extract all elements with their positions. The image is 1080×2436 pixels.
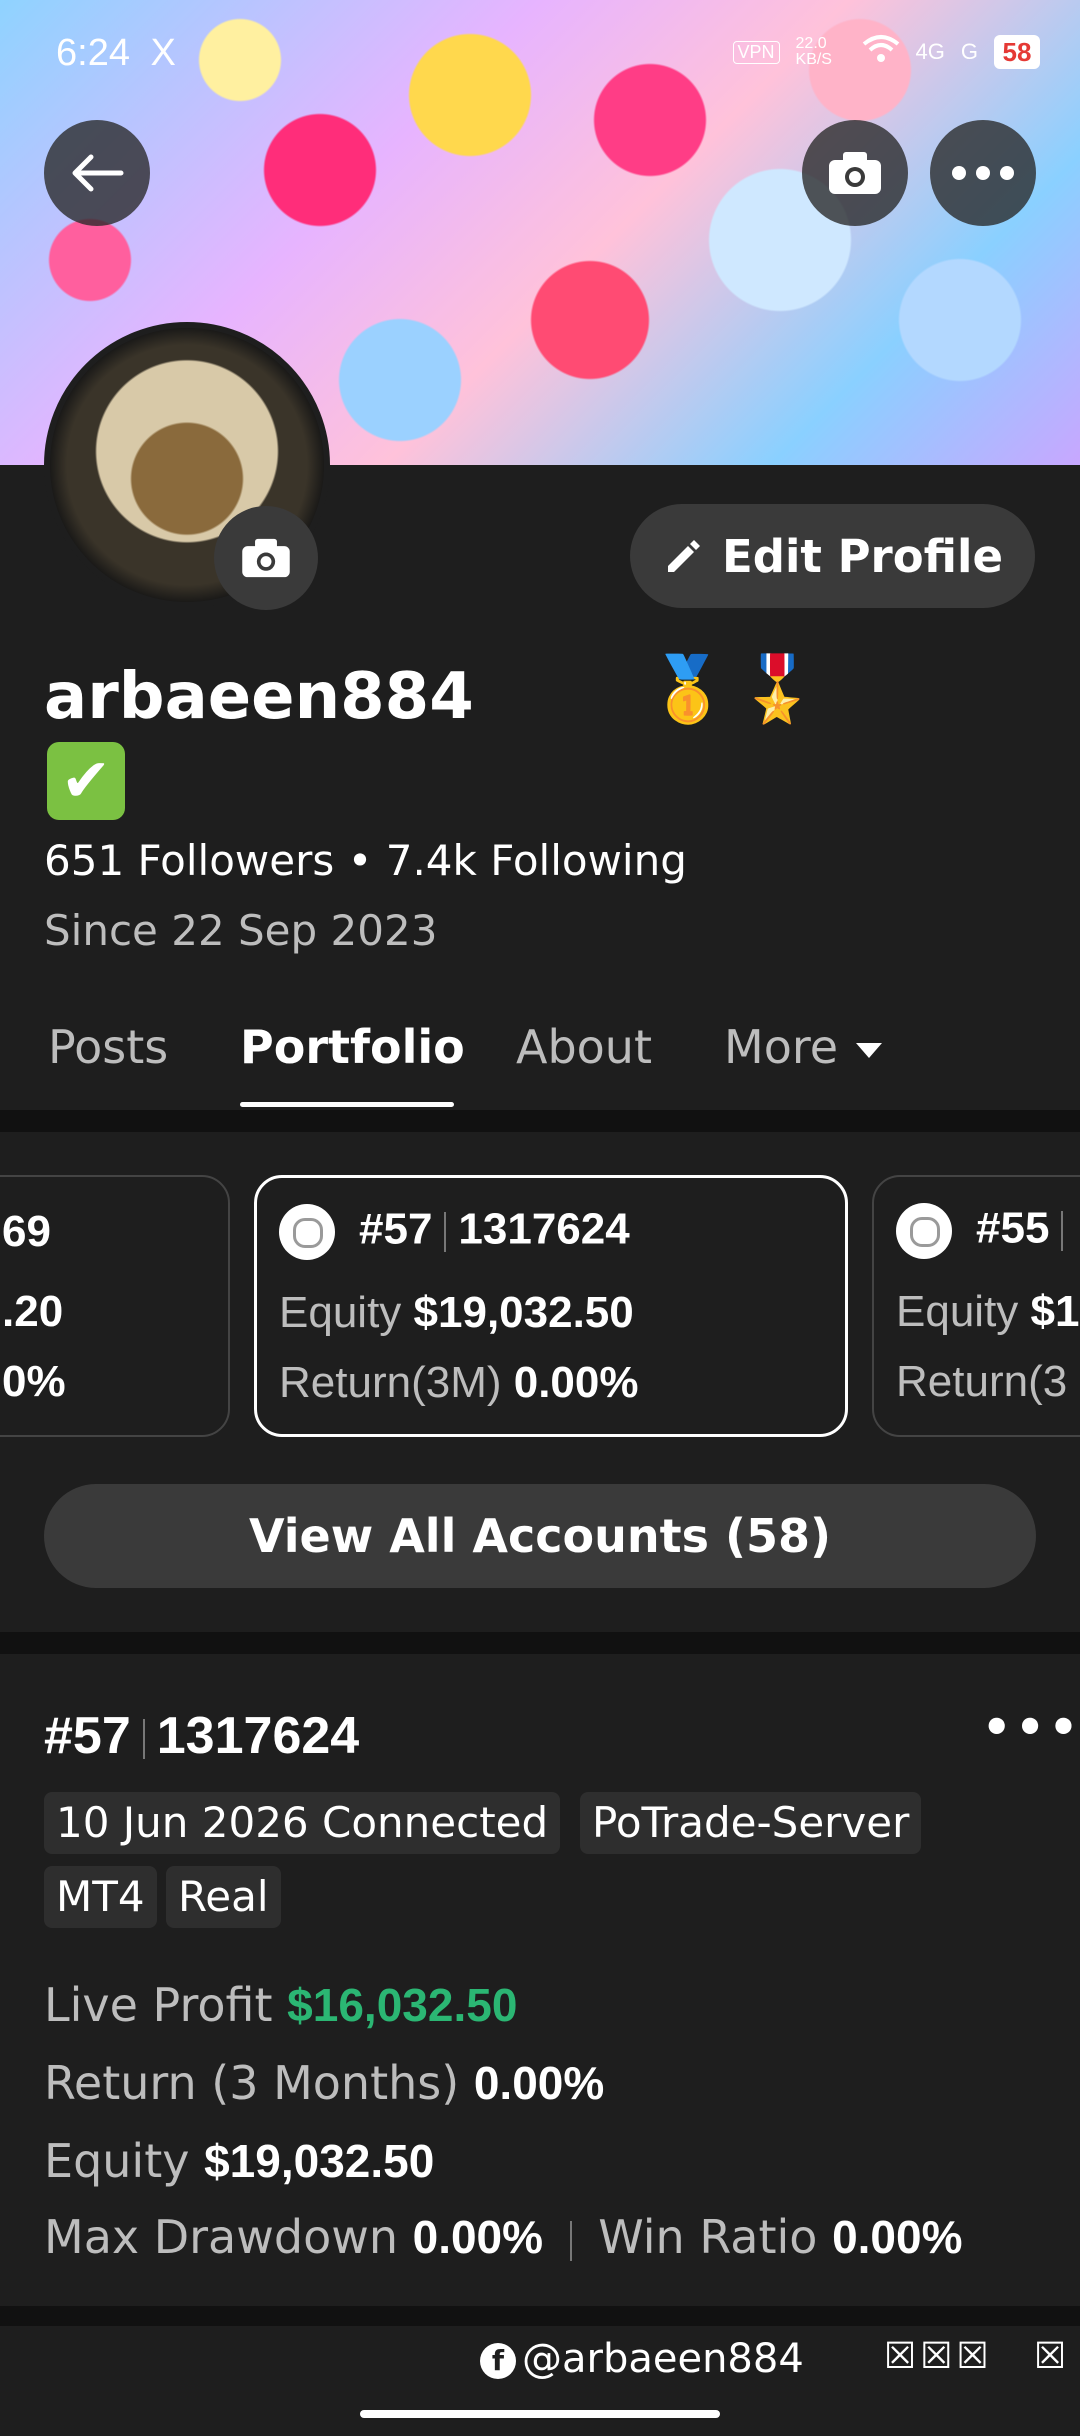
tab-portfolio[interactable]: Portfolio [240, 1020, 465, 1074]
divider [142, 1719, 145, 1760]
detail-title: #57 1317624 [44, 1706, 359, 1766]
x-app-icon: X [150, 32, 176, 74]
section-divider [0, 1110, 1080, 1132]
return-label-partial: Return(3 [896, 1357, 1068, 1406]
return-value: 0.00% [513, 1358, 639, 1407]
tag-platform: MT4 [44, 1866, 157, 1928]
return-row: Return (3 Months) 0.00% [44, 2056, 604, 2110]
divider [444, 1212, 447, 1252]
edit-profile-label: Edit Profile [722, 529, 1003, 583]
tab-about[interactable]: About [516, 1020, 652, 1074]
equity-value-partial: .20 [2, 1287, 64, 1336]
tab-more[interactable]: More [724, 1020, 883, 1074]
home-indicator[interactable] [360, 2410, 720, 2418]
account-rank: #57 [359, 1204, 433, 1254]
equity-row: Equity $19,032.50 [44, 2134, 434, 2188]
camera-icon [829, 152, 881, 194]
section-divider [0, 1632, 1080, 1654]
detail-equity-label: Equity [44, 2134, 190, 2188]
account-card-active[interactable]: #57 1317624 Equity $19,032.50 Return(3M) … [254, 1175, 848, 1437]
signal-icon-4g: 4G [915, 39, 945, 64]
tag-server: PoTrade-Server [580, 1792, 922, 1854]
equity-label: Equity [896, 1287, 1019, 1336]
account-id: 1317624 [458, 1204, 630, 1254]
network-speed: 22.0 KB/S [795, 35, 832, 68]
live-profit-row: Live Profit $16,032.50 [44, 1978, 517, 2032]
section-divider [0, 2306, 1080, 2328]
vpn-icon: VPN [732, 40, 780, 64]
equity-value-partial: $1 [1030, 1287, 1080, 1336]
more-icon [952, 166, 1014, 180]
tag-account-type: Real [166, 1866, 281, 1928]
username: arbaeen884 [44, 660, 474, 734]
detail-rank: #57 [44, 1707, 131, 1765]
detail-account-id: 1317624 [156, 1707, 360, 1765]
account-rank: #55 [976, 1203, 1050, 1253]
max-drawdown-label: Max Drawdown [44, 2210, 398, 2264]
detail-equity-value: $19,032.50 [204, 2135, 435, 2187]
pencil-icon [668, 540, 701, 572]
active-tab-indicator [240, 1102, 454, 1107]
drawdown-winratio-row: Max Drawdown 0.00% Win Ratio 0.00% [44, 2210, 963, 2264]
detail-more-button[interactable]: ••• [982, 1700, 1080, 1754]
back-arrow-icon [72, 154, 124, 192]
status-time: 6:24 [56, 32, 130, 74]
max-drawdown-value: 0.00% [412, 2211, 544, 2263]
tab-posts[interactable]: Posts [48, 1020, 168, 1074]
wifi-icon [862, 34, 900, 70]
account-card-left[interactable]: 69 .20 0% [0, 1175, 230, 1437]
return-months-label: Return (3 Months) [44, 2056, 460, 2110]
signal-icon-g: G [960, 39, 978, 64]
followers-following[interactable]: 651 Followers • 7.4k Following [44, 836, 687, 885]
equity-label: Equity [279, 1288, 402, 1337]
win-ratio-label: Win Ratio [598, 2210, 818, 2264]
battery-icon: 58 [994, 35, 1040, 69]
return-label: Return(3M) [279, 1358, 502, 1407]
equity-value: $19,032.50 [413, 1288, 634, 1337]
tag-connected: 10 Jun 2026 Connected [44, 1792, 561, 1854]
live-profit-label: Live Profit [44, 1978, 273, 2032]
globe-icon [279, 1204, 335, 1260]
watermark-handle: @arbaeen884 [522, 2336, 804, 2382]
view-all-accounts-button[interactable]: View All Accounts (58) [44, 1484, 1036, 1588]
status-bar: 6:24 X VPN 22.0 KB/S 4G G 58 [0, 0, 1080, 110]
return-months-value: 0.00% [473, 2057, 605, 2109]
camera-icon [242, 538, 290, 578]
member-since: Since 22 Sep 2023 [44, 906, 438, 955]
account-number-partial: 69 [2, 1207, 51, 1256]
globe-icon [896, 1203, 952, 1259]
return-value-partial: 0% [2, 1357, 66, 1406]
caret-down-icon [856, 1043, 883, 1058]
tab-more-label: More [724, 1020, 839, 1074]
verified-icon: ✔ [47, 742, 125, 820]
medal-badges[interactable]: 🥇🎖️ [648, 652, 827, 727]
divider [1061, 1211, 1064, 1251]
watermark: f @arbaeen884 [480, 2336, 804, 2382]
cover-camera-button[interactable] [802, 120, 908, 226]
account-card-right[interactable]: #55 Equity $1 Return(3 [872, 1175, 1080, 1437]
more-options-button[interactable] [930, 120, 1036, 226]
edit-profile-button[interactable]: Edit Profile [630, 504, 1035, 608]
back-button[interactable] [44, 120, 150, 226]
placeholder-glyph: ☒ [1034, 2336, 1067, 2377]
facebook-icon: f [480, 2343, 516, 2379]
divider [569, 2220, 572, 2261]
placeholder-glyphs: ☒☒☒ [884, 2336, 993, 2377]
live-profit-value: $16,032.50 [287, 1979, 518, 2031]
profile-tabs: Posts Portfolio About More [0, 1010, 1080, 1110]
avatar-camera-button[interactable] [214, 506, 318, 610]
win-ratio-value: 0.00% [832, 2211, 963, 2263]
